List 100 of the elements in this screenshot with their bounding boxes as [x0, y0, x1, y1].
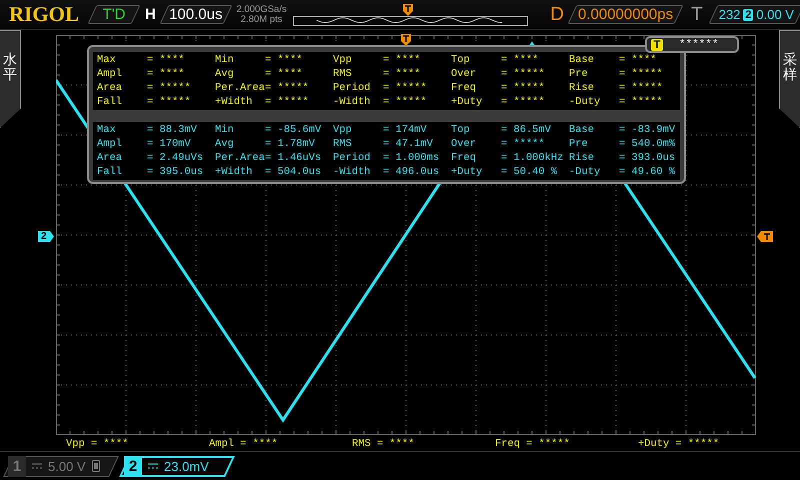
measure-label: RMS	[333, 138, 353, 150]
measure-value: = 174mV	[383, 124, 428, 136]
side-tab[interactable]: 采样	[779, 30, 800, 128]
channel-marker[interactable]: 2	[38, 231, 54, 242]
measure-value: = *****	[383, 96, 428, 108]
measure-label: RMS	[333, 68, 353, 80]
measure-label: Rise	[569, 152, 595, 164]
measure-label: +Width	[215, 166, 254, 178]
measure-value: = ****	[383, 54, 422, 66]
measure-label: Per.Area	[215, 82, 265, 94]
trigger-level: 0.00 V	[756, 7, 794, 22]
dc-coupling-icon	[148, 463, 158, 469]
measure-label: Rise	[569, 82, 595, 94]
measure-label: Top	[451, 54, 471, 66]
measure-label: Min	[215, 124, 235, 136]
measure-value: = 395.0us	[147, 166, 204, 178]
measure-value: = *****	[619, 96, 664, 108]
measure-label: +Duty	[451, 166, 484, 178]
delay-label: D	[550, 4, 564, 26]
source-badge: 2	[743, 8, 754, 20]
measure-value: = ****	[383, 68, 422, 80]
measure-value: = ****	[147, 68, 186, 80]
measure-label: +Duty	[451, 96, 484, 108]
measure-value: = 47.1mV	[383, 138, 434, 150]
memory-depth: 2.80M pts	[240, 14, 282, 24]
measure-label: Max	[97, 54, 117, 66]
measure-label: -Duty	[569, 96, 602, 108]
measure-value: = 540.0m%	[619, 138, 676, 150]
brand-logo: RIGOL	[9, 2, 80, 27]
measurement-readout: Vpp = ****	[66, 438, 130, 450]
measure-label: Vpp	[333, 124, 353, 136]
measure-label: Per.Area	[215, 152, 265, 164]
measure-label: Max	[97, 124, 117, 136]
measurement-readout: Ampl = ****	[209, 438, 279, 450]
measure-label: -Duty	[569, 166, 602, 178]
measure-label: Ampl	[97, 138, 123, 150]
measure-value: = 2.49uVs	[147, 152, 204, 164]
measure-label: Area	[97, 152, 123, 164]
measure-label: Base	[569, 54, 595, 66]
measure-label: Pre	[569, 138, 589, 150]
horizontal-label: H	[144, 6, 156, 23]
measure-value: = *****	[501, 138, 546, 150]
status-icon	[92, 460, 100, 472]
trigger-level-icon[interactable]	[757, 231, 773, 242]
measure-value: = *****	[501, 68, 546, 80]
measure-label: Top	[451, 124, 471, 136]
waveform-overview[interactable]	[293, 16, 528, 26]
measure-value: = 1.000ms	[383, 152, 440, 164]
measure-label: Min	[215, 54, 235, 66]
measurement-readout: RMS = ****	[352, 438, 416, 450]
measure-label: Ampl	[97, 68, 123, 80]
measure-label: Freq	[451, 152, 477, 164]
measure-value: = *****	[501, 82, 546, 94]
measure-label: Over	[451, 138, 477, 150]
trigger-badge: T	[651, 38, 663, 50]
measure-value: = -85.6mV	[265, 124, 322, 136]
measure-label: Fall	[97, 96, 123, 108]
measure-label: Period	[333, 152, 372, 164]
measure-value: = ****	[265, 68, 304, 80]
measure-value: = 1.000kHz	[501, 152, 564, 164]
measure-value: = 50.40 %	[501, 166, 558, 178]
channel-scale: 23.0mV	[164, 458, 209, 474]
sample-rate: 2.000GSa/s	[236, 4, 287, 14]
channel-number: 1	[8, 456, 26, 476]
measure-label: Avg	[215, 138, 235, 150]
measure-label: Vpp	[333, 54, 353, 66]
measure-label: -Width	[333, 96, 372, 108]
measurement-readout: +Duty = *****	[638, 438, 720, 450]
measure-value: = 504.0us	[265, 166, 322, 178]
trigger-label: T	[691, 4, 703, 26]
measure-label: +Width	[215, 96, 254, 108]
dc-coupling-icon	[32, 463, 42, 469]
channel-number: 2	[124, 456, 142, 476]
trigger-position-icon	[401, 34, 411, 46]
measure-value: = ****	[619, 54, 658, 66]
measure-value: = ****	[265, 54, 304, 66]
measure-label: Freq	[451, 82, 477, 94]
measure-label: Period	[333, 82, 372, 94]
channel-scale: 5.00 V	[48, 458, 86, 474]
measure-value: = *****	[147, 96, 192, 108]
trigger-count: 232	[718, 7, 740, 22]
measurement-readout: Freq = *****	[495, 438, 571, 450]
measure-value: = 496.0us	[383, 166, 440, 178]
trigger-popup-value: ******	[679, 38, 719, 50]
side-tab[interactable]: 水平	[0, 30, 21, 128]
measure-value: = -83.9mV	[619, 124, 676, 136]
measure-label: Pre	[569, 68, 589, 80]
measure-value: = *****	[619, 68, 664, 80]
measure-label: -Width	[333, 166, 372, 178]
measure-value: = 88.3mV	[147, 124, 198, 136]
measure-label: Over	[451, 68, 477, 80]
measure-label: Avg	[215, 68, 235, 80]
measure-value: = 86.5mV	[501, 124, 552, 136]
measure-value: = *****	[265, 82, 310, 94]
measure-value: = 1.78mV	[265, 138, 316, 150]
measure-value: = 49.60 %	[619, 166, 676, 178]
measure-value: = *****	[501, 96, 546, 108]
measure-value: = 1.46uVs	[265, 152, 322, 164]
measure-label: Area	[97, 82, 123, 94]
trigger-position-icon	[403, 4, 414, 16]
